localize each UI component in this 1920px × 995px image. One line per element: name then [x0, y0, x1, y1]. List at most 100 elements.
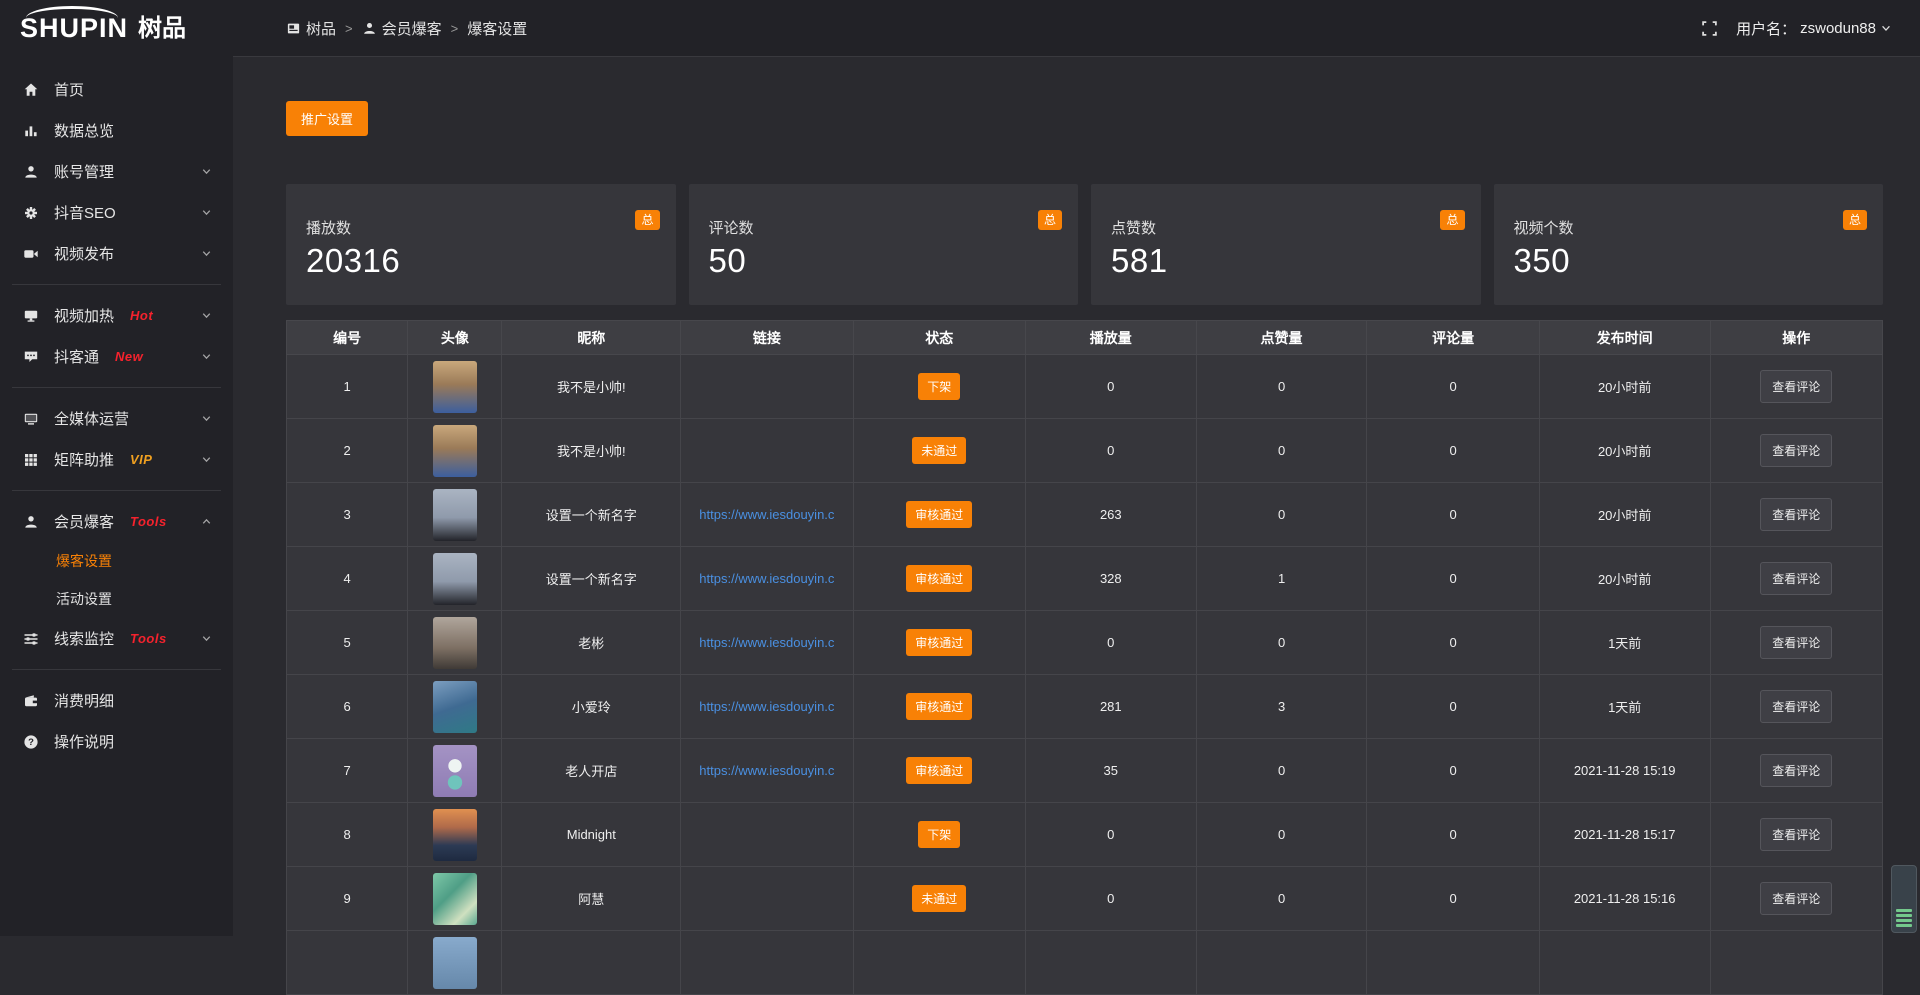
sidebar-item-1[interactable]: 首页: [0, 69, 233, 110]
profile-link[interactable]: https://www.iesdouyin.c: [685, 635, 848, 650]
table-row-4: 4设置一个新名字https://www.iesdouyin.c审核通过32810…: [287, 547, 1883, 611]
sidebar-item-8[interactable]: 全媒体运营: [0, 398, 233, 439]
user-menu[interactable]: 用户名： zswodun88: [1736, 18, 1892, 39]
sidebar-item-9[interactable]: 矩阵助推VIP: [0, 439, 233, 480]
cell-plays: 0: [1025, 355, 1196, 419]
question-icon: ?: [23, 734, 39, 750]
cell-link[interactable]: https://www.iesdouyin.c: [681, 739, 853, 803]
view-comments-button[interactable]: 查看评论: [1760, 882, 1832, 915]
breadcrumb-item-3[interactable]: 爆客设置: [467, 18, 527, 39]
logo[interactable]: SHUPIN 树品: [0, 0, 233, 57]
cell-status: 下架: [853, 355, 1025, 419]
sidebar-item-2[interactable]: 数据总览: [0, 110, 233, 151]
table-row-9: 9阿慧未通过0002021-11-28 15:16查看评论: [287, 867, 1883, 931]
view-comments-button[interactable]: 查看评论: [1760, 754, 1832, 787]
cell-action[interactable]: 查看评论: [1710, 739, 1882, 803]
breadcrumb-item-2[interactable]: 会员爆客: [362, 18, 442, 39]
cell-link[interactable]: https://www.iesdouyin.c: [681, 611, 853, 675]
cell-time: 20小时前: [1539, 483, 1710, 547]
topbar-right: 用户名： zswodun88: [1701, 18, 1892, 39]
sidebar-item-label: 会员爆客: [54, 511, 114, 532]
cell-action[interactable]: 查看评论: [1710, 547, 1882, 611]
cell-action[interactable]: 查看评论: [1710, 419, 1882, 483]
cell-action[interactable]: 查看评论: [1710, 803, 1882, 867]
cell-action[interactable]: 查看评论: [1710, 483, 1882, 547]
profile-link[interactable]: https://www.iesdouyin.c: [685, 699, 848, 714]
cell-likes: 3: [1196, 675, 1367, 739]
cell-id: 1: [287, 355, 408, 419]
sidebar-item-13[interactable]: ?操作说明: [0, 721, 233, 762]
sidebar-item-12[interactable]: 消费明细: [0, 680, 233, 721]
sidebar-subitem-爆客设置[interactable]: 爆客设置: [0, 542, 233, 580]
cell-action[interactable]: 查看评论: [1710, 867, 1882, 931]
cell-nickname: 我不是小帅!: [502, 419, 681, 483]
sidebar-subitem-活动设置[interactable]: 活动设置: [0, 580, 233, 618]
user-icon-icon: [362, 21, 377, 36]
avatar: [433, 681, 477, 733]
sidebar-submenu: 爆客设置活动设置: [0, 542, 233, 618]
profile-link[interactable]: https://www.iesdouyin.c: [685, 763, 848, 778]
cell-id: 2: [287, 419, 408, 483]
cell-link[interactable]: https://www.iesdouyin.c: [681, 547, 853, 611]
sidebar-divider: [12, 284, 221, 285]
cell-action[interactable]: 查看评论: [1710, 611, 1882, 675]
column-header-点赞量: 点赞量: [1196, 321, 1367, 355]
cell-likes: 0: [1196, 803, 1367, 867]
sidebar-divider: [12, 490, 221, 491]
cell-time: 1天前: [1539, 611, 1710, 675]
cell-likes: 0: [1196, 867, 1367, 931]
fullscreen-icon[interactable]: [1701, 20, 1718, 37]
sidebar-item-tag: New: [115, 349, 143, 364]
sidebar-item-7[interactable]: 抖客通 New: [0, 336, 233, 377]
accounts-table: 编号头像昵称链接状态播放量点赞量评论量发布时间操作 1我不是小帅!下架00020…: [286, 320, 1883, 995]
floating-widget[interactable]: [1891, 865, 1917, 933]
logo-text-en: SHUPIN: [20, 15, 128, 42]
view-comments-button[interactable]: 查看评论: [1760, 370, 1832, 403]
profile-link[interactable]: https://www.iesdouyin.c: [685, 507, 848, 522]
promo-settings-button[interactable]: 推广设置: [286, 101, 368, 136]
breadcrumb-item-1[interactable]: 树品: [286, 18, 336, 39]
cell-avatar: [408, 483, 502, 547]
cell-plays: 263: [1025, 483, 1196, 547]
cell-link[interactable]: https://www.iesdouyin.c: [681, 675, 853, 739]
cell-nickname: 老人开店: [502, 739, 681, 803]
avatar: [433, 745, 477, 797]
cell-link[interactable]: https://www.iesdouyin.c: [681, 483, 853, 547]
sidebar-item-6[interactable]: 视频加热Hot: [0, 295, 233, 336]
stat-card-4: 视频个数350总: [1494, 184, 1884, 305]
cell-avatar: [408, 931, 502, 995]
cell-link: [681, 355, 853, 419]
gear-icon: [23, 205, 39, 221]
stat-label: 播放数: [306, 217, 656, 238]
view-comments-button[interactable]: 查看评论: [1760, 434, 1832, 467]
cell-action[interactable]: 查看评论: [1710, 355, 1882, 419]
view-comments-button[interactable]: 查看评论: [1760, 690, 1832, 723]
cell-id: 7: [287, 739, 408, 803]
sidebar-item-11[interactable]: 线索监控Tools: [0, 618, 233, 659]
sidebar-item-3[interactable]: 账号管理: [0, 151, 233, 192]
view-comments-button[interactable]: 查看评论: [1760, 562, 1832, 595]
avatar: [433, 873, 477, 925]
cell-time: 20小时前: [1539, 419, 1710, 483]
user-icon: [23, 164, 39, 180]
sidebar-item-label: 抖客通: [54, 346, 99, 367]
column-header-编号: 编号: [287, 321, 408, 355]
cell-likes: 0: [1196, 355, 1367, 419]
cell-likes: [1196, 931, 1367, 995]
sidebar-item-10[interactable]: 会员爆客Tools: [0, 501, 233, 542]
cell-id: 5: [287, 611, 408, 675]
profile-link[interactable]: https://www.iesdouyin.c: [685, 571, 848, 586]
sidebar-item-4[interactable]: 抖音SEO: [0, 192, 233, 233]
cell-status: [853, 931, 1025, 995]
view-comments-button[interactable]: 查看评论: [1760, 818, 1832, 851]
cell-likes: 0: [1196, 483, 1367, 547]
view-comments-button[interactable]: 查看评论: [1760, 498, 1832, 531]
main-content: 推广设置 播放数20316总评论数50总点赞数581总视频个数350总 编号头像…: [233, 57, 1920, 936]
cell-id: 6: [287, 675, 408, 739]
cell-comments: 0: [1367, 355, 1539, 419]
sidebar-item-5[interactable]: 视频发布: [0, 233, 233, 274]
status-badge: 未通过: [912, 437, 966, 464]
cell-action[interactable]: 查看评论: [1710, 675, 1882, 739]
view-comments-button[interactable]: 查看评论: [1760, 626, 1832, 659]
stat-value: 20316: [306, 242, 656, 280]
